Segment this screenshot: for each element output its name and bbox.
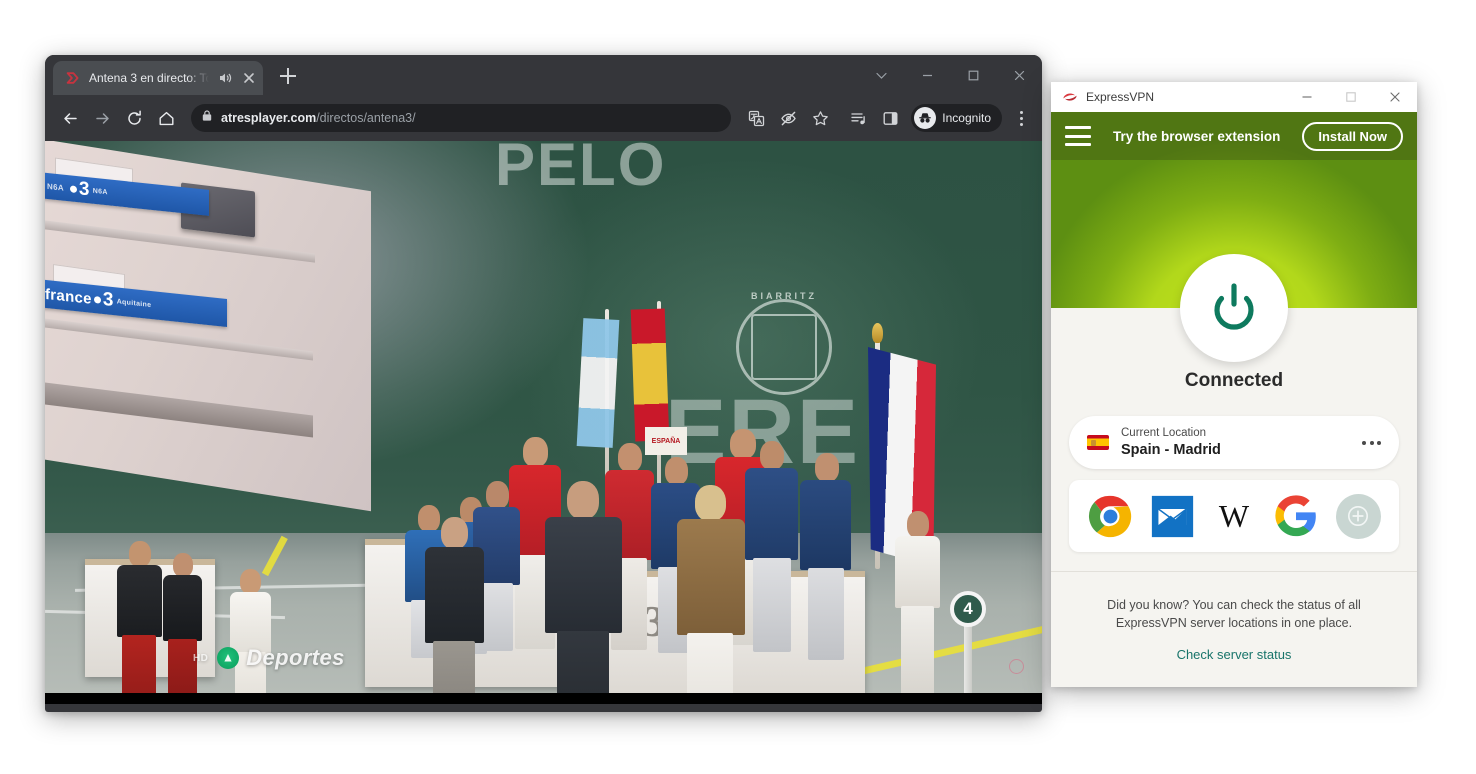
maximize-icon[interactable]	[950, 55, 996, 95]
browser-toolbar: atresplayer.com/directos/antena3/ Incogn…	[45, 95, 1042, 141]
back-arrow-icon[interactable]	[55, 103, 85, 133]
location-value: Spain - Madrid	[1121, 441, 1221, 458]
tab-strip: Antena 3 en directo: Todas la	[45, 55, 1042, 95]
court-sign-4: 4	[950, 591, 986, 627]
incognito-label: Incognito	[942, 111, 991, 125]
athlete-blue-5	[745, 441, 799, 653]
spain-flag-icon	[1087, 435, 1109, 450]
athlete-blue-6	[800, 453, 852, 660]
screen: Antena 3 en directo: Todas la	[0, 0, 1476, 774]
flag-france-finial	[872, 323, 883, 343]
venue-crest-label: BIARRITZ	[751, 291, 817, 301]
add-shortcut[interactable]	[1335, 493, 1382, 540]
vpn-window-title: ExpressVPN	[1086, 90, 1155, 104]
lock-icon	[201, 109, 213, 127]
extension-promo-text: Try the browser extension	[1113, 128, 1281, 144]
incognito-indicator[interactable]: Incognito	[911, 104, 1002, 132]
close-icon[interactable]	[996, 55, 1042, 95]
power-icon	[1204, 276, 1264, 341]
official-grey-suit	[425, 517, 485, 704]
vpn-footer: Did you know? You can check the status o…	[1051, 571, 1417, 687]
close-icon[interactable]	[1373, 82, 1417, 112]
window-controls	[858, 55, 1042, 95]
maximize-icon[interactable]	[1329, 82, 1373, 112]
flag-argentina	[576, 318, 620, 448]
watermark-prefix: HD	[193, 652, 209, 664]
playlist-icon[interactable]	[843, 103, 873, 133]
home-icon[interactable]	[151, 103, 181, 133]
check-server-status-link[interactable]: Check server status	[1177, 647, 1292, 662]
forward-arrow-icon[interactable]	[87, 103, 117, 133]
official-woman	[677, 485, 747, 704]
wikipedia-shortcut[interactable]: W	[1211, 493, 1258, 540]
toolbar-actions: Incognito	[741, 103, 1034, 133]
vpn-body: Connected Current Location Spain - Madri…	[1051, 254, 1417, 687]
incognito-hat-icon	[914, 107, 937, 129]
star-icon[interactable]	[805, 103, 835, 133]
spectator-1	[117, 541, 163, 704]
browser-tab[interactable]: Antena 3 en directo: Todas la	[53, 61, 263, 95]
url-path: /directos/antena3/	[316, 111, 416, 125]
more-options-icon[interactable]	[1362, 440, 1381, 445]
vpn-title-bar: ExpressVPN	[1051, 82, 1417, 112]
video-letterbox	[45, 693, 1042, 704]
child-dancer	[230, 569, 272, 704]
chrome-shortcut[interactable]	[1087, 493, 1134, 540]
watermark-text: Deportes	[246, 645, 345, 670]
video-player[interactable]: PELO ERE BIARRITZ N6A 3 N6A france 3 Aqu…	[45, 141, 1042, 704]
official-dark-suit	[545, 481, 623, 704]
url-domain: atresplayer.com	[221, 111, 317, 125]
translate-icon[interactable]	[741, 103, 771, 133]
add-shortcut-icon	[1335, 493, 1381, 539]
close-icon[interactable]	[241, 70, 257, 86]
chevron-down-icon[interactable]	[858, 55, 904, 95]
power-button[interactable]	[1180, 254, 1288, 362]
side-panel-icon[interactable]	[875, 103, 905, 133]
expressvpn-logo	[1061, 88, 1079, 106]
shortcuts-bar: W	[1069, 480, 1399, 552]
three-dot-menu-icon[interactable]	[1008, 103, 1034, 133]
mail-shortcut[interactable]	[1149, 493, 1196, 540]
flag-spain	[630, 308, 670, 442]
tab-title: Antena 3 en directo: Todas la	[89, 71, 209, 85]
connection-status: Connected	[1184, 370, 1284, 391]
corner-logo-icon	[1009, 659, 1024, 674]
location-label: Current Location	[1121, 427, 1207, 440]
video-frame: PELO ERE BIARRITZ N6A 3 N6A france 3 Aqu…	[45, 141, 1042, 704]
vpn-top-bar: Try the browser extension Install Now	[1051, 112, 1417, 160]
vpn-window-controls	[1285, 82, 1417, 112]
new-tab-button[interactable]	[277, 65, 299, 87]
speaker-icon[interactable]	[217, 70, 233, 86]
expressvpn-window: ExpressVPN Try the browser extension Ins…	[1051, 82, 1417, 687]
address-bar[interactable]: atresplayer.com/directos/antena3/	[191, 104, 732, 132]
atresplayer-favicon	[65, 70, 81, 86]
minimize-icon[interactable]	[904, 55, 950, 95]
channel-watermark: HD Deportes	[193, 645, 345, 671]
hamburger-menu-icon[interactable]	[1065, 126, 1091, 146]
minimize-icon[interactable]	[1285, 82, 1329, 112]
wall-ghost-text: PELO	[495, 141, 667, 198]
google-shortcut[interactable]	[1273, 493, 1320, 540]
footer-note: Did you know? You can check the status o…	[1107, 598, 1361, 630]
eye-off-icon[interactable]	[773, 103, 803, 133]
antena3-logo-icon	[217, 647, 240, 669]
athlete-white-right	[895, 511, 941, 704]
power-button-wrap	[1051, 254, 1417, 362]
chrome-browser-window: Antena 3 en directo: Todas la	[45, 55, 1042, 712]
reload-icon[interactable]	[119, 103, 149, 133]
location-texts: Current Location Spain - Madrid	[1121, 426, 1221, 459]
url-text: atresplayer.com/directos/antena3/	[221, 111, 416, 125]
spectator-2	[163, 553, 203, 704]
current-location-card[interactable]: Current Location Spain - Madrid	[1069, 416, 1399, 469]
install-now-button[interactable]: Install Now	[1302, 121, 1403, 151]
